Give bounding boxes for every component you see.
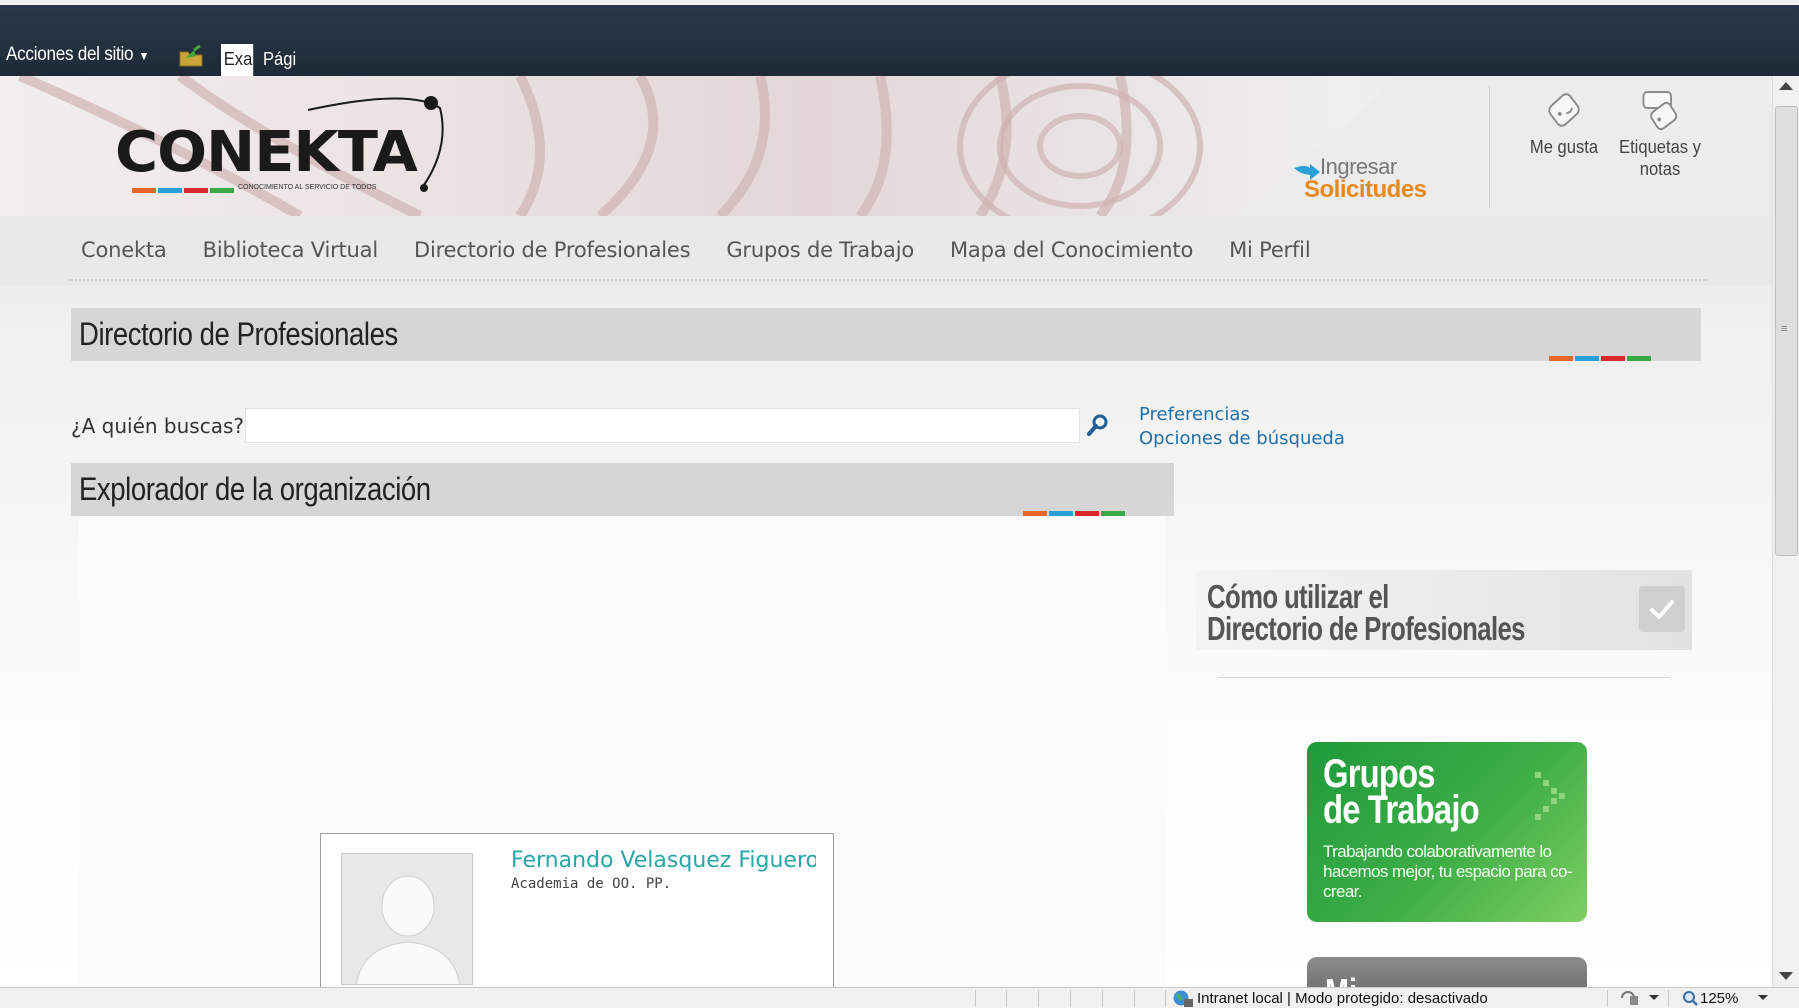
zoom-level[interactable]: 125% — [1700, 990, 1738, 1007]
vertical-scrollbar[interactable]: ≡ — [1772, 76, 1799, 987]
logo-orbit-icon — [307, 96, 444, 192]
status-separator — [1134, 990, 1135, 1007]
site-actions-label: Acciones del sitio — [6, 44, 134, 65]
search-options-link[interactable]: Opciones de búsqueda — [1139, 428, 1345, 449]
site-actions-menu[interactable]: Acciones del sitio ▼ — [6, 44, 149, 66]
protected-mode-icon[interactable] — [1620, 990, 1644, 1007]
org-explorer-title: Explorador de la organización — [79, 471, 431, 507]
navigate-up-icon[interactable] — [178, 44, 206, 68]
logo-tagline: CONOCIMIENTO AL SERVICIO DE TODOS — [238, 184, 377, 191]
site-header: CONEKTA CONOCIMIENTO AL SERVICIO DE TODO… — [0, 76, 1772, 216]
title-color-bars — [1549, 356, 1651, 361]
howto-banner[interactable]: Cómo utilizar el Directorio de Profesion… — [1196, 570, 1692, 650]
howto-title-line2: Directorio de Profesionales — [1207, 610, 1525, 647]
status-separator — [1038, 990, 1039, 1007]
grupos-de-trabajo-promo[interactable]: Grupos de Trabajo Trabajando colaborativ… — [1307, 742, 1587, 922]
ribbon-tab-page[interactable]: Pági — [263, 49, 296, 70]
directory-title-bar: Directorio de Profesionales — [71, 308, 1701, 361]
nav-item-mi-perfil[interactable]: Mi Perfil — [1229, 238, 1311, 262]
sidebar-divider — [1218, 677, 1670, 678]
person-silhouette-icon — [342, 854, 472, 984]
chevron-down-icon: ▼ — [138, 49, 150, 63]
scrollbar-thumb[interactable]: ≡ — [1775, 106, 1798, 556]
nav-items: Conekta Biblioteca Virtual Directorio de… — [81, 238, 1311, 262]
header-divider — [1489, 86, 1490, 208]
browser-edge — [0, 0, 1799, 5]
scroll-grip-icon: ≡ — [1781, 323, 1788, 335]
tags-notes-label-line2: notas — [1639, 159, 1681, 179]
scroll-up-arrow-icon[interactable] — [1779, 82, 1793, 90]
tags-notes-label-line1: Etiquetas y — [1619, 137, 1701, 157]
global-navigation: Conekta Biblioteca Virtual Directorio de… — [0, 216, 1772, 286]
person-card[interactable]: Fernando Velasquez Figueroa Academia de … — [320, 833, 834, 993]
nav-item-mapa-del-conocimiento[interactable]: Mapa del Conocimiento — [950, 238, 1193, 262]
status-separator — [1607, 990, 1608, 1007]
avatar — [341, 853, 473, 985]
groups-title-line2: de Trabajo — [1323, 788, 1480, 832]
person-department: Academia de OO. PP. — [511, 876, 672, 892]
tags-notes-icon — [1642, 91, 1678, 131]
nav-item-grupos-de-trabajo[interactable]: Grupos de Trabajo — [726, 238, 914, 262]
status-separator — [1668, 990, 1669, 1007]
globe-icon — [1173, 990, 1193, 1007]
nav-item-biblioteca-virtual[interactable]: Biblioteca Virtual — [203, 238, 379, 262]
zoom-icon — [1683, 991, 1698, 1006]
checkmark-icon[interactable] — [1639, 586, 1685, 632]
status-separator — [1102, 990, 1103, 1007]
solicitudes-link[interactable]: Solicitudes — [1304, 176, 1427, 204]
like-button[interactable]: Me gusta — [1522, 88, 1607, 158]
like-label: Me gusta — [1529, 137, 1599, 157]
security-zone-text: Intranet local | Modo protegido: desacti… — [1197, 990, 1488, 1007]
chevron-right-icon — [1535, 772, 1565, 820]
org-explorer-title-bar: Explorador de la organización — [71, 463, 1174, 516]
main-content: Directorio de Profesionales ¿A quién bus… — [0, 286, 1772, 997]
person-name-link[interactable]: Fernando Velasquez Figueroa — [511, 848, 816, 873]
page-title: Directorio de Profesionales — [79, 316, 398, 352]
search-label: ¿A quién buscas? — [71, 414, 244, 438]
status-separator — [1165, 990, 1166, 1007]
status-separator — [1006, 990, 1007, 1007]
ribbon: Acciones del sitio ▼ Exami Pági — [0, 0, 1799, 76]
chevron-down-icon[interactable] — [1649, 995, 1659, 1000]
tags-notes-button[interactable]: Etiquetas y notas — [1614, 88, 1706, 180]
people-search-input[interactable] — [245, 408, 1080, 443]
chevron-down-icon[interactable] — [1758, 995, 1768, 1000]
preferences-link[interactable]: Preferencias — [1139, 404, 1250, 425]
logo-color-bars — [132, 188, 234, 193]
like-tag-icon — [1548, 93, 1580, 127]
ribbon-tab-browse[interactable]: Exami — [221, 44, 254, 76]
nav-item-directorio-de-profesionales[interactable]: Directorio de Profesionales — [414, 238, 691, 262]
status-separator — [975, 990, 976, 1007]
groups-description: Trabajando colaborativamente lo hacemos … — [1323, 842, 1573, 901]
browser-status-bar: Intranet local | Modo protegido: desacti… — [0, 987, 1799, 1008]
nav-divider — [68, 279, 1708, 281]
scroll-down-arrow-icon[interactable] — [1779, 972, 1793, 980]
nav-item-conekta[interactable]: Conekta — [81, 238, 167, 262]
search-icon[interactable] — [1081, 410, 1113, 442]
status-separator — [1070, 990, 1071, 1007]
